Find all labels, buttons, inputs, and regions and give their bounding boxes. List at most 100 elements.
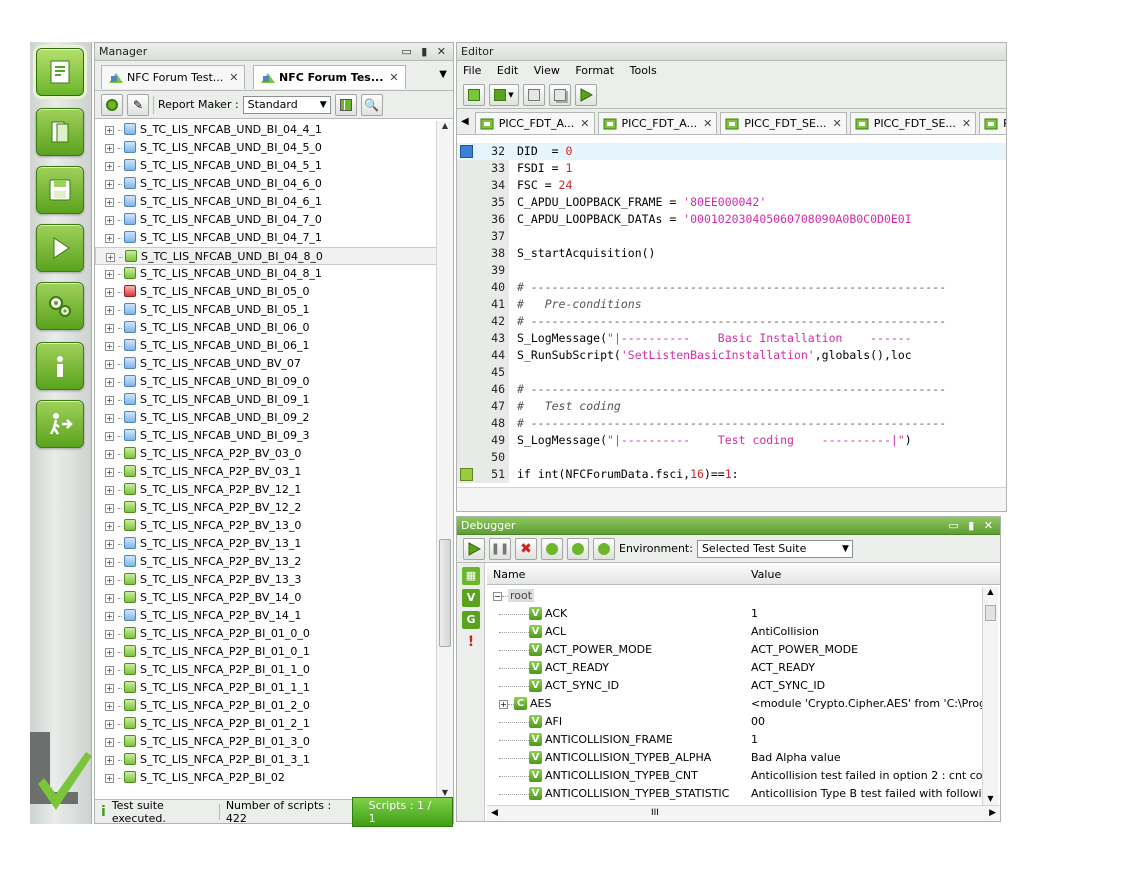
variables-icon[interactable]: V <box>462 589 480 607</box>
variable-row[interactable]: V ACT_SYNC_ID ACT_SYNC_ID <box>487 677 982 695</box>
tree-item[interactable]: + S_TC_LIS_NFCAB_UND_BI_06_1 <box>95 337 437 355</box>
tree-item[interactable]: + S_TC_LIS_NFCAB_UND_BI_09_0 <box>95 373 437 391</box>
save-dropdown-button[interactable]: ▼ <box>489 83 519 106</box>
code-line[interactable]: 38 S_startAcquisition() <box>457 245 1006 262</box>
expand-icon[interactable]: + <box>105 287 114 297</box>
menu-view[interactable]: View <box>534 64 560 77</box>
code-line[interactable]: 51 if int(NFCForumData.fsci,16)==1: <box>457 466 1006 483</box>
tree-item[interactable]: + S_TC_LIS_NFCA_P2P_BV_03_1 <box>95 463 437 481</box>
code-line[interactable]: 42 # ------------------------------------… <box>457 313 1006 330</box>
close-icon[interactable]: ✕ <box>703 117 712 130</box>
expand-icon[interactable]: + <box>499 699 508 709</box>
stop-button[interactable]: ✖ <box>515 537 537 560</box>
code-line[interactable]: 50 <box>457 449 1006 466</box>
tree-item[interactable]: + S_TC_LIS_NFCA_P2P_BV_12_2 <box>95 499 437 517</box>
expand-icon[interactable]: + <box>105 323 114 333</box>
expand-icon[interactable]: + <box>105 611 114 621</box>
collapse-icon[interactable]: − <box>493 591 502 601</box>
step-out-button[interactable] <box>593 537 615 560</box>
editor-tab[interactable]: PICC_FDT_A... ✕ <box>597 112 718 134</box>
variable-row[interactable]: V ACL AntiCollision <box>487 623 982 641</box>
editor-tab[interactable]: PICC_FDT_A... ✕ <box>474 112 595 134</box>
new-script-button[interactable] <box>463 83 485 106</box>
tree-item[interactable]: + S_TC_LIS_NFCAB_UND_BI_04_5_1 <box>95 157 437 175</box>
expand-icon[interactable]: + <box>105 467 114 477</box>
tree-item[interactable]: + S_TC_LIS_NFCAB_UND_BI_09_3 <box>95 427 437 445</box>
tree-item[interactable]: + S_TC_LIS_NFCA_P2P_BV_12_1 <box>95 481 437 499</box>
expand-icon[interactable]: + <box>105 719 114 729</box>
editor-tab[interactable]: PICC_FDT_SE... ✕ <box>849 112 977 134</box>
tab-suite-1[interactable]: NFC Forum Test... ✕ <box>101 65 246 89</box>
tree-item[interactable]: + S_TC_LIS_NFCAB_UND_BI_04_6_1 <box>95 193 437 211</box>
close-icon[interactable]: ✕ <box>580 117 589 130</box>
pause-button[interactable]: ❚❚ <box>489 537 511 560</box>
tree-item[interactable]: + S_TC_LIS_NFCAB_UND_BI_04_8_1 <box>95 265 437 283</box>
expand-icon[interactable]: + <box>105 449 114 459</box>
close-icon[interactable]: ✕ <box>229 71 238 84</box>
expand-icon[interactable]: + <box>105 431 114 441</box>
exit-button[interactable] <box>36 400 84 448</box>
expand-icon[interactable]: + <box>105 377 114 387</box>
menu-edit[interactable]: Edit <box>497 64 518 77</box>
copy-button[interactable] <box>549 83 571 106</box>
save-all-button[interactable] <box>523 83 545 106</box>
open-suite-button[interactable] <box>36 48 84 96</box>
menu-tools[interactable]: Tools <box>630 64 657 77</box>
run-button[interactable] <box>36 224 84 272</box>
tree-item[interactable]: + S_TC_LIS_NFCA_P2P_BV_14_0 <box>95 589 437 607</box>
tree-item[interactable]: + S_TC_LIS_NFCAB_UND_BV_07 <box>95 355 437 373</box>
code-editor[interactable]: 32 DID = 0 33 FSDI = 1 34 FSC = 24 35 C_APDU_LO… <box>457 143 1006 487</box>
tree-item[interactable]: + S_TC_LIS_NFCAB_UND_BI_09_2 <box>95 409 437 427</box>
tree-item[interactable]: + S_TC_LIS_NFCA_P2P_BI_02 <box>95 769 437 787</box>
code-line[interactable]: 47 # Test coding <box>457 398 1006 415</box>
tree-item[interactable]: + S_TC_LIS_NFCAB_UND_BI_04_5_0 <box>95 139 437 157</box>
expand-icon[interactable]: + <box>105 197 114 207</box>
code-line[interactable]: 39 <box>457 262 1006 279</box>
save-button[interactable] <box>36 166 84 214</box>
code-line[interactable]: 48 # ------------------------------------… <box>457 415 1006 432</box>
tree-item[interactable]: + S_TC_LIS_NFCA_P2P_BI_01_1_0 <box>95 661 437 679</box>
variable-row[interactable]: V ANTICOLLISION_TYPEB_CNT Anticollision te… <box>487 767 982 785</box>
tree-item[interactable]: + S_TC_LIS_NFCAB_UND_BI_06_0 <box>95 319 437 337</box>
expand-icon[interactable]: + <box>105 269 114 279</box>
variable-row[interactable]: V ANTICOLLISION_TYPEB_ALPHA Bad Alpha valu… <box>487 749 982 767</box>
step-over-button[interactable] <box>541 537 563 560</box>
variable-row[interactable]: + C AES <module 'Crypto.Cipher.AES' from 'C… <box>487 695 982 713</box>
expand-icon[interactable]: + <box>105 143 114 153</box>
tree-item[interactable]: + S_TC_LIS_NFCA_P2P_BI_01_3_0 <box>95 733 437 751</box>
menu-file[interactable]: File <box>463 64 481 77</box>
tree-item[interactable]: + S_TC_LIS_NFCA_P2P_BV_13_3 <box>95 571 437 589</box>
tree-item[interactable]: + S_TC_LIS_NFCAB_UND_BI_04_8_0 <box>95 247 437 265</box>
tab-list-chevron-icon[interactable]: ▼ <box>439 69 447 80</box>
expand-icon[interactable]: + <box>105 539 114 549</box>
code-line[interactable]: 35 C_APDU_LOOPBACK_FRAME = '80EE000042' <box>457 194 1006 211</box>
code-line[interactable]: 41 # Pre-conditions <box>457 296 1006 313</box>
variables-horizontal-scrollbar[interactable]: ◀ III ▶ <box>487 805 1000 821</box>
code-line[interactable]: 43 S_LogMessage("|---------- Basic Instal… <box>457 330 1006 347</box>
expand-icon[interactable]: + <box>105 683 114 693</box>
tree-item[interactable]: + S_TC_LIS_NFCA_P2P_BI_01_2_1 <box>95 715 437 733</box>
expand-icon[interactable]: + <box>105 773 114 783</box>
report-maker-select[interactable]: Standard ▼ <box>242 95 331 114</box>
variable-row[interactable]: V AFI 00 <box>487 713 982 731</box>
wall-icon[interactable]: ▦ <box>462 567 480 585</box>
expand-icon[interactable]: + <box>105 395 114 405</box>
panel-controls[interactable]: ▭ ▮ ✕ <box>948 517 996 535</box>
tree-item[interactable]: + S_TC_LIS_NFCA_P2P_BV_13_2 <box>95 553 437 571</box>
editor-tab[interactable]: PICC_FDT_SE... ✕ <box>720 112 847 134</box>
tree-item[interactable]: + S_TC_LIS_NFCAB_UND_BI_05_1 <box>95 301 437 319</box>
code-line[interactable]: 33 FSDI = 1 <box>457 160 1006 177</box>
alert-icon[interactable]: ! <box>462 633 480 651</box>
expand-icon[interactable]: + <box>105 647 114 657</box>
editor-horizontal-scrollbar[interactable] <box>457 487 1006 511</box>
expand-icon[interactable]: + <box>105 629 114 639</box>
menu-format[interactable]: Format <box>575 64 614 77</box>
expand-icon[interactable]: + <box>106 252 115 262</box>
expand-icon[interactable]: + <box>105 179 114 189</box>
resume-button[interactable] <box>463 537 485 560</box>
close-icon[interactable]: ✕ <box>962 117 971 130</box>
tree-item[interactable]: + S_TC_LIS_NFCAB_UND_BI_09_1 <box>95 391 437 409</box>
expand-icon[interactable]: + <box>105 737 114 747</box>
expand-icon[interactable]: + <box>105 413 114 423</box>
scroll-thumb[interactable] <box>439 539 451 647</box>
